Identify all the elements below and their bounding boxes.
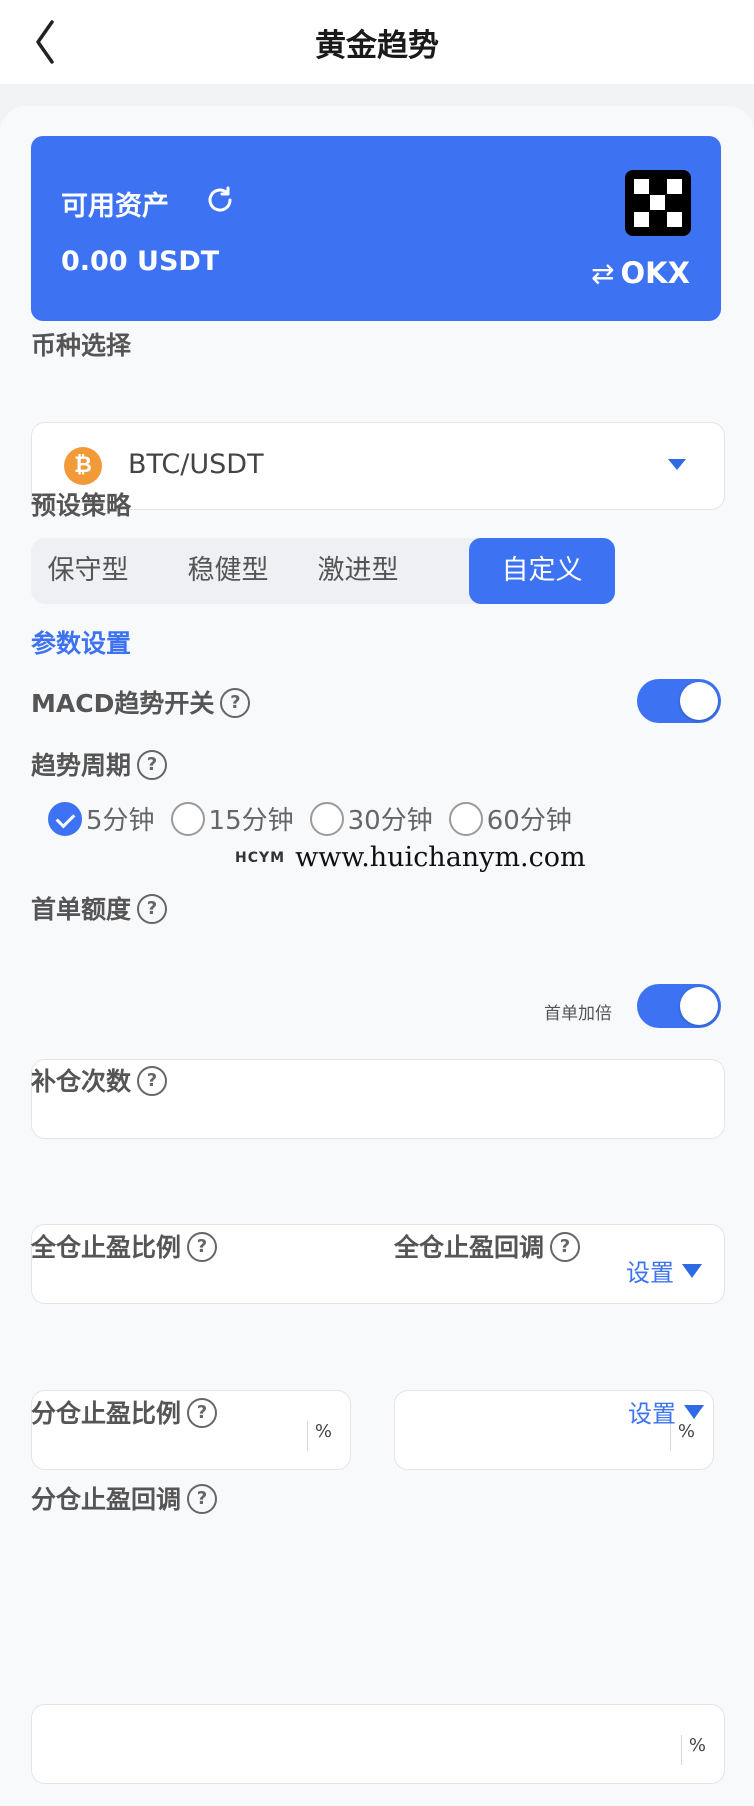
trend-period-label: 趋势周期? <box>31 746 168 782</box>
full-tp-ratio-text: 全仓止盈比例 <box>31 1233 182 1262</box>
percent-unit: % <box>688 1735 706 1756</box>
full-tp-pullback-text: 全仓止盈回调 <box>394 1233 545 1262</box>
trend-period-text: 趋势周期 <box>31 751 132 780</box>
radio-unchecked-icon <box>309 801 344 836</box>
exchange-name: OKX <box>620 256 690 290</box>
add-times-set-button[interactable]: 设置 <box>626 1253 702 1288</box>
tab-steady[interactable]: 稳健型 <box>163 538 293 604</box>
caret-down-icon <box>682 1263 702 1278</box>
set-label: 设置 <box>626 1259 674 1287</box>
help-icon[interactable]: ? <box>137 750 168 780</box>
help-icon[interactable]: ? <box>550 1232 581 1262</box>
strategy-tabs: 保守型 稳健型 激进型 自定义 <box>31 538 615 604</box>
toggle-knob <box>680 987 718 1025</box>
help-icon[interactable]: ? <box>187 1484 218 1514</box>
part-tp-pullback-label: 分仓止盈回调? <box>31 1480 218 1516</box>
period-option-label: 60分钟 <box>486 806 572 836</box>
refresh-icon[interactable] <box>203 183 237 221</box>
add-times-text: 补仓次数 <box>31 1067 132 1096</box>
content-panel: 可用资产 0.00 USDT ⇄ OKX 币种选择 ₿ BTC/USDT 预设策… <box>0 106 754 1806</box>
help-icon[interactable]: ? <box>220 688 251 718</box>
strategy-label: 预设策略 <box>31 491 132 520</box>
caret-down-icon <box>684 1404 704 1419</box>
params-title: 参数设置 <box>31 629 132 658</box>
macd-toggle[interactable] <box>637 679 721 723</box>
radio-checked-icon <box>48 801 82 836</box>
asset-card: 可用资产 0.00 USDT ⇄ OKX <box>31 136 721 321</box>
period-option-15m[interactable]: 15分钟 <box>170 800 294 837</box>
swap-icon: ⇄ <box>591 256 615 290</box>
period-option-label: 15分钟 <box>208 806 294 836</box>
part-tp-ratio-set-button[interactable]: 设置 <box>628 1394 704 1429</box>
tab-conservative[interactable]: 保守型 <box>31 538 145 604</box>
help-icon[interactable]: ? <box>137 894 168 924</box>
percent-unit: % <box>314 1421 332 1442</box>
watermark-logo: HCYM <box>235 849 286 866</box>
help-icon[interactable]: ? <box>137 1066 168 1096</box>
period-option-5m[interactable]: 5分钟 <box>48 800 155 837</box>
first-order-double-toggle[interactable] <box>637 984 721 1028</box>
dropdown-arrow-icon <box>668 459 686 470</box>
top-bar: 黄金趋势 <box>0 0 754 84</box>
available-assets-value: 0.00 USDT <box>61 246 220 277</box>
divider <box>307 1421 308 1451</box>
watermark: HCYM www.huichanym.com <box>235 842 586 873</box>
coin-select-dropdown[interactable]: ₿ BTC/USDT <box>31 422 725 510</box>
part-tp-ratio-text: 分仓止盈比例 <box>31 1399 182 1428</box>
radio-unchecked-icon <box>170 801 205 836</box>
toggle-knob <box>680 682 718 720</box>
bitcoin-icon: ₿ <box>64 447 102 485</box>
set-label: 设置 <box>628 1400 676 1428</box>
part-tp-pullback-input[interactable]: % <box>31 1704 725 1784</box>
full-tp-ratio-label: 全仓止盈比例? <box>31 1228 218 1264</box>
part-tp-pullback-text: 分仓止盈回调 <box>31 1485 182 1514</box>
macd-switch-label: MACD趋势开关? <box>31 684 251 720</box>
help-icon[interactable]: ? <box>187 1232 218 1262</box>
page-title: 黄金趋势 <box>315 28 439 64</box>
full-tp-pullback-label: 全仓止盈回调? <box>394 1228 581 1264</box>
first-order-text: 首单额度 <box>31 895 132 924</box>
period-radio-group: 5分钟 15分钟 30分钟 60分钟 <box>48 800 588 837</box>
part-tp-ratio-label: 分仓止盈比例? <box>31 1394 218 1430</box>
first-order-label: 首单额度? <box>31 890 168 926</box>
coin-select-value: BTC/USDT <box>128 449 264 480</box>
exchange-switch-button[interactable]: ⇄ OKX <box>591 256 690 290</box>
period-option-30m[interactable]: 30分钟 <box>309 800 433 837</box>
okx-logo-icon <box>625 170 691 236</box>
add-times-label: 补仓次数? <box>31 1062 168 1098</box>
tab-aggressive[interactable]: 激进型 <box>293 538 423 604</box>
available-assets-label: 可用资产 <box>61 191 169 222</box>
divider <box>681 1735 682 1765</box>
macd-switch-text: MACD趋势开关 <box>31 689 215 718</box>
first-order-double-label: 首单加倍 <box>544 1004 612 1024</box>
period-option-60m[interactable]: 60分钟 <box>448 800 572 837</box>
coin-select-label: 币种选择 <box>31 331 132 360</box>
period-option-label: 30分钟 <box>347 806 433 836</box>
period-option-label: 5分钟 <box>86 806 155 836</box>
tab-custom[interactable]: 自定义 <box>469 538 615 604</box>
radio-unchecked-icon <box>448 801 483 836</box>
help-icon[interactable]: ? <box>187 1398 218 1428</box>
watermark-url: www.huichanym.com <box>295 842 586 873</box>
